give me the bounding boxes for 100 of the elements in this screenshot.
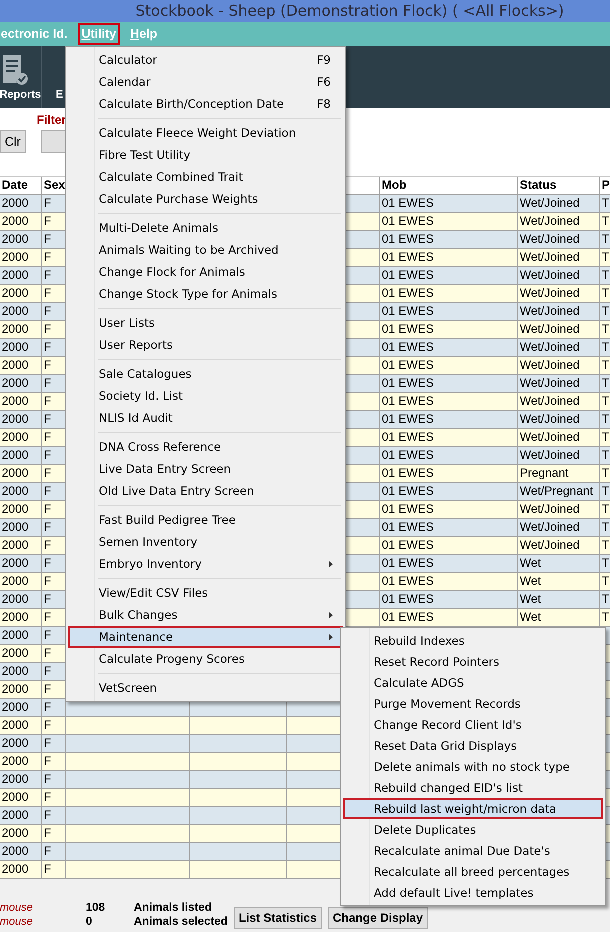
report-check-icon [2,55,28,85]
menu-item[interactable]: Reset Data Grid Displays [343,735,603,756]
column-header[interactable]: Mob [380,177,518,194]
menu-item[interactable]: Rebuild Indexes [343,630,603,651]
menu-item[interactable]: Multi-Delete Animals [68,217,343,239]
menu-item[interactable]: Change Stock Type for Animals [68,283,343,305]
table-cell: T [600,285,610,302]
table-cell: 2000 [0,663,42,680]
table-cell: Wet/Joined [518,519,600,536]
menu-item[interactable]: Recalculate animal Due Date's [343,840,603,861]
table-cell: 2000 [0,735,42,752]
table-cell: 2000 [0,537,42,554]
table-cell: T [600,249,610,266]
menu-item[interactable]: View/Edit CSV Files [68,582,343,604]
window-title: Stockbook - Sheep (Demonstration Flock) ( <All Flocks>) [134,2,564,20]
status-button[interactable]: List Statistics [234,907,322,929]
table-cell: Wet/Joined [518,501,600,518]
table-cell: 01 EWES [380,591,518,608]
menu-item[interactable]: Embryo Inventory [68,553,343,575]
menu-item[interactable]: Live Data Entry Screen [68,458,343,480]
toolbar-button[interactable]: E [56,89,64,101]
table-cell: 01 EWES [380,609,518,626]
table-cell: Wet/Joined [518,375,600,392]
table-cell: 2000 [0,807,42,824]
table-cell: F [42,825,66,842]
menu-item[interactable]: Calendar F6 [68,71,343,93]
column-header[interactable]: P [600,177,610,194]
table-cell: 2000 [0,447,42,464]
table-cell: 2000 [0,681,42,698]
table-cell: 2000 [0,357,42,374]
table-cell: 2000 [0,843,42,860]
menu-item[interactable]: Calculator F9 [68,49,343,71]
menu-item[interactable]: Calculate ADGS [343,672,603,693]
table-cell: 2000 [0,609,42,626]
table-cell: T [600,195,610,212]
table-cell: 01 EWES [380,573,518,590]
count-label: Animals selected [134,915,228,929]
table-cell: 2000 [0,645,42,662]
menu-item[interactable]: Delete Duplicates [343,819,603,840]
column-header[interactable]: Status [518,177,600,194]
column-header[interactable]: Date [0,177,42,194]
table-cell: 01 EWES [380,321,518,338]
menu-item[interactable]: VetScreen [68,677,343,699]
menu-item[interactable]: Recalculate all breed percentages [343,861,603,882]
clear-button[interactable]: Clr [0,130,26,153]
table-cell: T [600,609,610,626]
table-cell: 2000 [0,429,42,446]
status-button[interactable]: Change Display [328,907,428,929]
table-cell: 01 EWES [380,465,518,482]
table-cell: Pregnant [518,465,600,482]
menu-item[interactable]: Sale Catalogues [68,363,343,385]
menu-item[interactable]: Fibre Test Utility [68,144,343,166]
table-cell: Wet/Joined [518,429,600,446]
menu-item[interactable]: Rebuild changed EID's list [343,777,603,798]
table-cell: 2000 [0,825,42,842]
table-cell: 2000 [0,699,42,716]
table-cell: 01 EWES [380,555,518,572]
menu-item[interactable]: Calculate Birth/Conception Date F8 [68,93,343,115]
table-cell: 2000 [0,573,42,590]
menu-item[interactable]: User Lists [68,312,343,334]
table-cell: Wet [518,555,600,572]
table-cell: T [600,357,610,374]
menu-item[interactable]: Delete animals with no stock type [343,756,603,777]
table-cell: F [42,861,66,878]
table-cell: 2000 [0,249,42,266]
table-cell: Wet/Joined [518,231,600,248]
table-cell: T [600,447,610,464]
menu-item[interactable]: Add default Live! templates [343,882,603,903]
menu-item[interactable]: Society Id. List [68,385,343,407]
menu-item[interactable]: Change Flock for Animals [68,261,343,283]
menu-item[interactable]: Calculate Combined Trait [68,166,343,188]
table-cell: 01 EWES [380,447,518,464]
menu-item[interactable]: Maintenance [68,626,343,648]
menu-item[interactable]: Calculate Purchase Weights [68,188,343,210]
table-cell: 2000 [0,771,42,788]
table-cell: Wet/Joined [518,303,600,320]
menu-item[interactable]: Calculate Progeny Scores [68,648,343,670]
table-cell: 2000 [0,591,42,608]
menu-item[interactable]: DNA Cross Reference [68,436,343,458]
menu-item[interactable]: Semen Inventory [68,531,343,553]
menu-item[interactable]: Rebuild last weight/micron data [343,798,603,819]
menu-item[interactable]: Reset Record Pointers [343,651,603,672]
menu-item[interactable]: Fast Build Pedigree Tree [68,509,343,531]
table-cell: T [600,267,610,284]
menu-item[interactable]: Bulk Changes [68,604,343,626]
menu-item[interactable]: Old Live Data Entry Screen [68,480,343,502]
table-cell: 2000 [0,213,42,230]
table-cell: T [600,303,610,320]
menu-item[interactable]: Animals Waiting to be Archived [68,239,343,261]
menu-item[interactable]: NLIS Id Audit [68,407,343,429]
count-value: 0 [86,915,94,929]
table-cell: 2000 [0,339,42,356]
table-cell: 2000 [0,717,42,734]
menu-item[interactable]: Change Record Client Id's [343,714,603,735]
table-cell: Wet/Joined [518,249,600,266]
menu-item[interactable]: User Reports [68,334,343,356]
menu-item[interactable]: Purge Movement Records [343,693,603,714]
reports-button[interactable]: Reports [0,46,42,108]
menu-item[interactable]: Calculate Fleece Weight Deviation [68,122,343,144]
table-cell: 01 EWES [380,213,518,230]
